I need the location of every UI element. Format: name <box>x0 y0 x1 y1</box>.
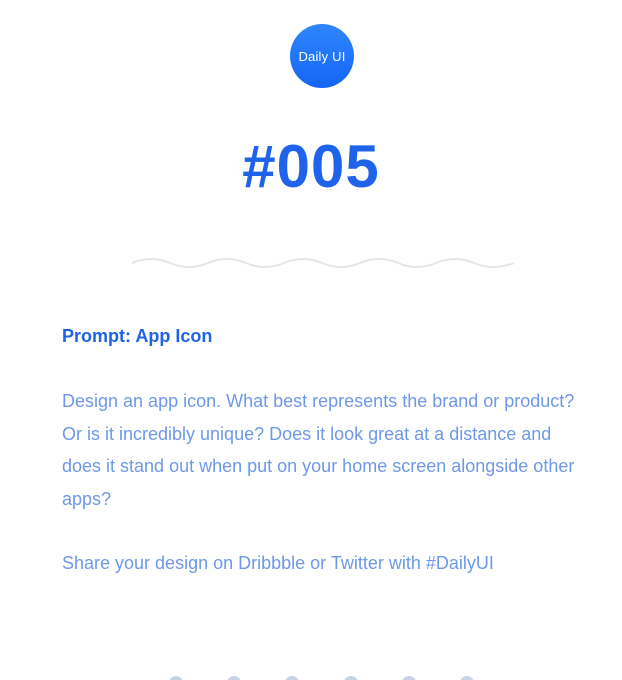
social-icon[interactable] <box>227 676 241 680</box>
daily-ui-logo[interactable]: Daily UI <box>290 24 354 88</box>
social-icon[interactable] <box>402 676 416 680</box>
social-icon[interactable] <box>344 676 358 680</box>
social-icon[interactable] <box>285 676 299 680</box>
prompt-title: Prompt: App Icon <box>62 326 213 346</box>
wave-divider <box>132 258 514 268</box>
social-icons-row <box>0 670 622 680</box>
logo-text: Daily UI <box>298 48 346 64</box>
share-text: Share your design on Dribbble or Twitter… <box>62 553 494 573</box>
prompt-body: Design an app icon. What best represents… <box>62 391 575 509</box>
wave-divider-line <box>132 258 514 268</box>
issue-number: #005 <box>242 133 380 200</box>
social-icon[interactable] <box>460 676 474 680</box>
email-page: Daily UI #005 Prompt: App Icon Design an… <box>0 0 622 680</box>
social-icon[interactable] <box>169 676 183 680</box>
